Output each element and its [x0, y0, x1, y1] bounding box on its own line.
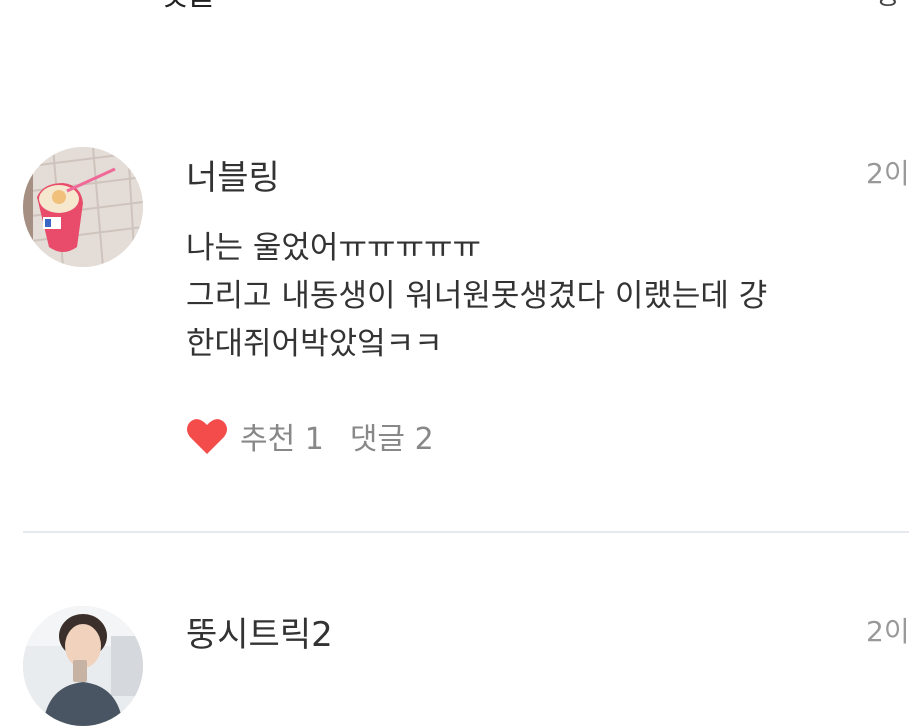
divider: [23, 531, 909, 533]
comment-actions: 추천 1 댓글 2: [186, 414, 434, 458]
top-bar: 댓글 등: [0, 0, 909, 40]
username[interactable]: 뚱시트릭2: [186, 615, 333, 655]
comment-line: 나는 울었어ㅠㅠㅠㅠㅠ: [186, 230, 482, 266]
timestamp: 2이: [866, 615, 909, 648]
username[interactable]: 너블링: [186, 158, 280, 198]
heart-icon[interactable]: [186, 417, 228, 455]
comment-line: 한대쥐어박았엌ㅋㅋ: [186, 326, 443, 362]
avatar[interactable]: [23, 147, 143, 267]
comment-text: 나는 울었어ㅠㅠㅠㅠㅠ 그리고 내동생이 워너원못생겼다 이랬는데 걍 한대쥐어…: [186, 224, 909, 368]
like-count[interactable]: 추천 1: [240, 414, 324, 458]
page-title: 댓글: [160, 0, 215, 14]
top-right-button[interactable]: 등: [876, 0, 900, 14]
avatar-image: [23, 147, 143, 267]
comment-line: 그리고 내동생이 워너원못생겼다 이랬는데 걍: [186, 278, 768, 314]
avatar-image: [23, 606, 143, 726]
reply-count[interactable]: 댓글 2: [350, 414, 434, 458]
timestamp: 2이: [866, 157, 909, 190]
avatar[interactable]: [23, 606, 143, 726]
